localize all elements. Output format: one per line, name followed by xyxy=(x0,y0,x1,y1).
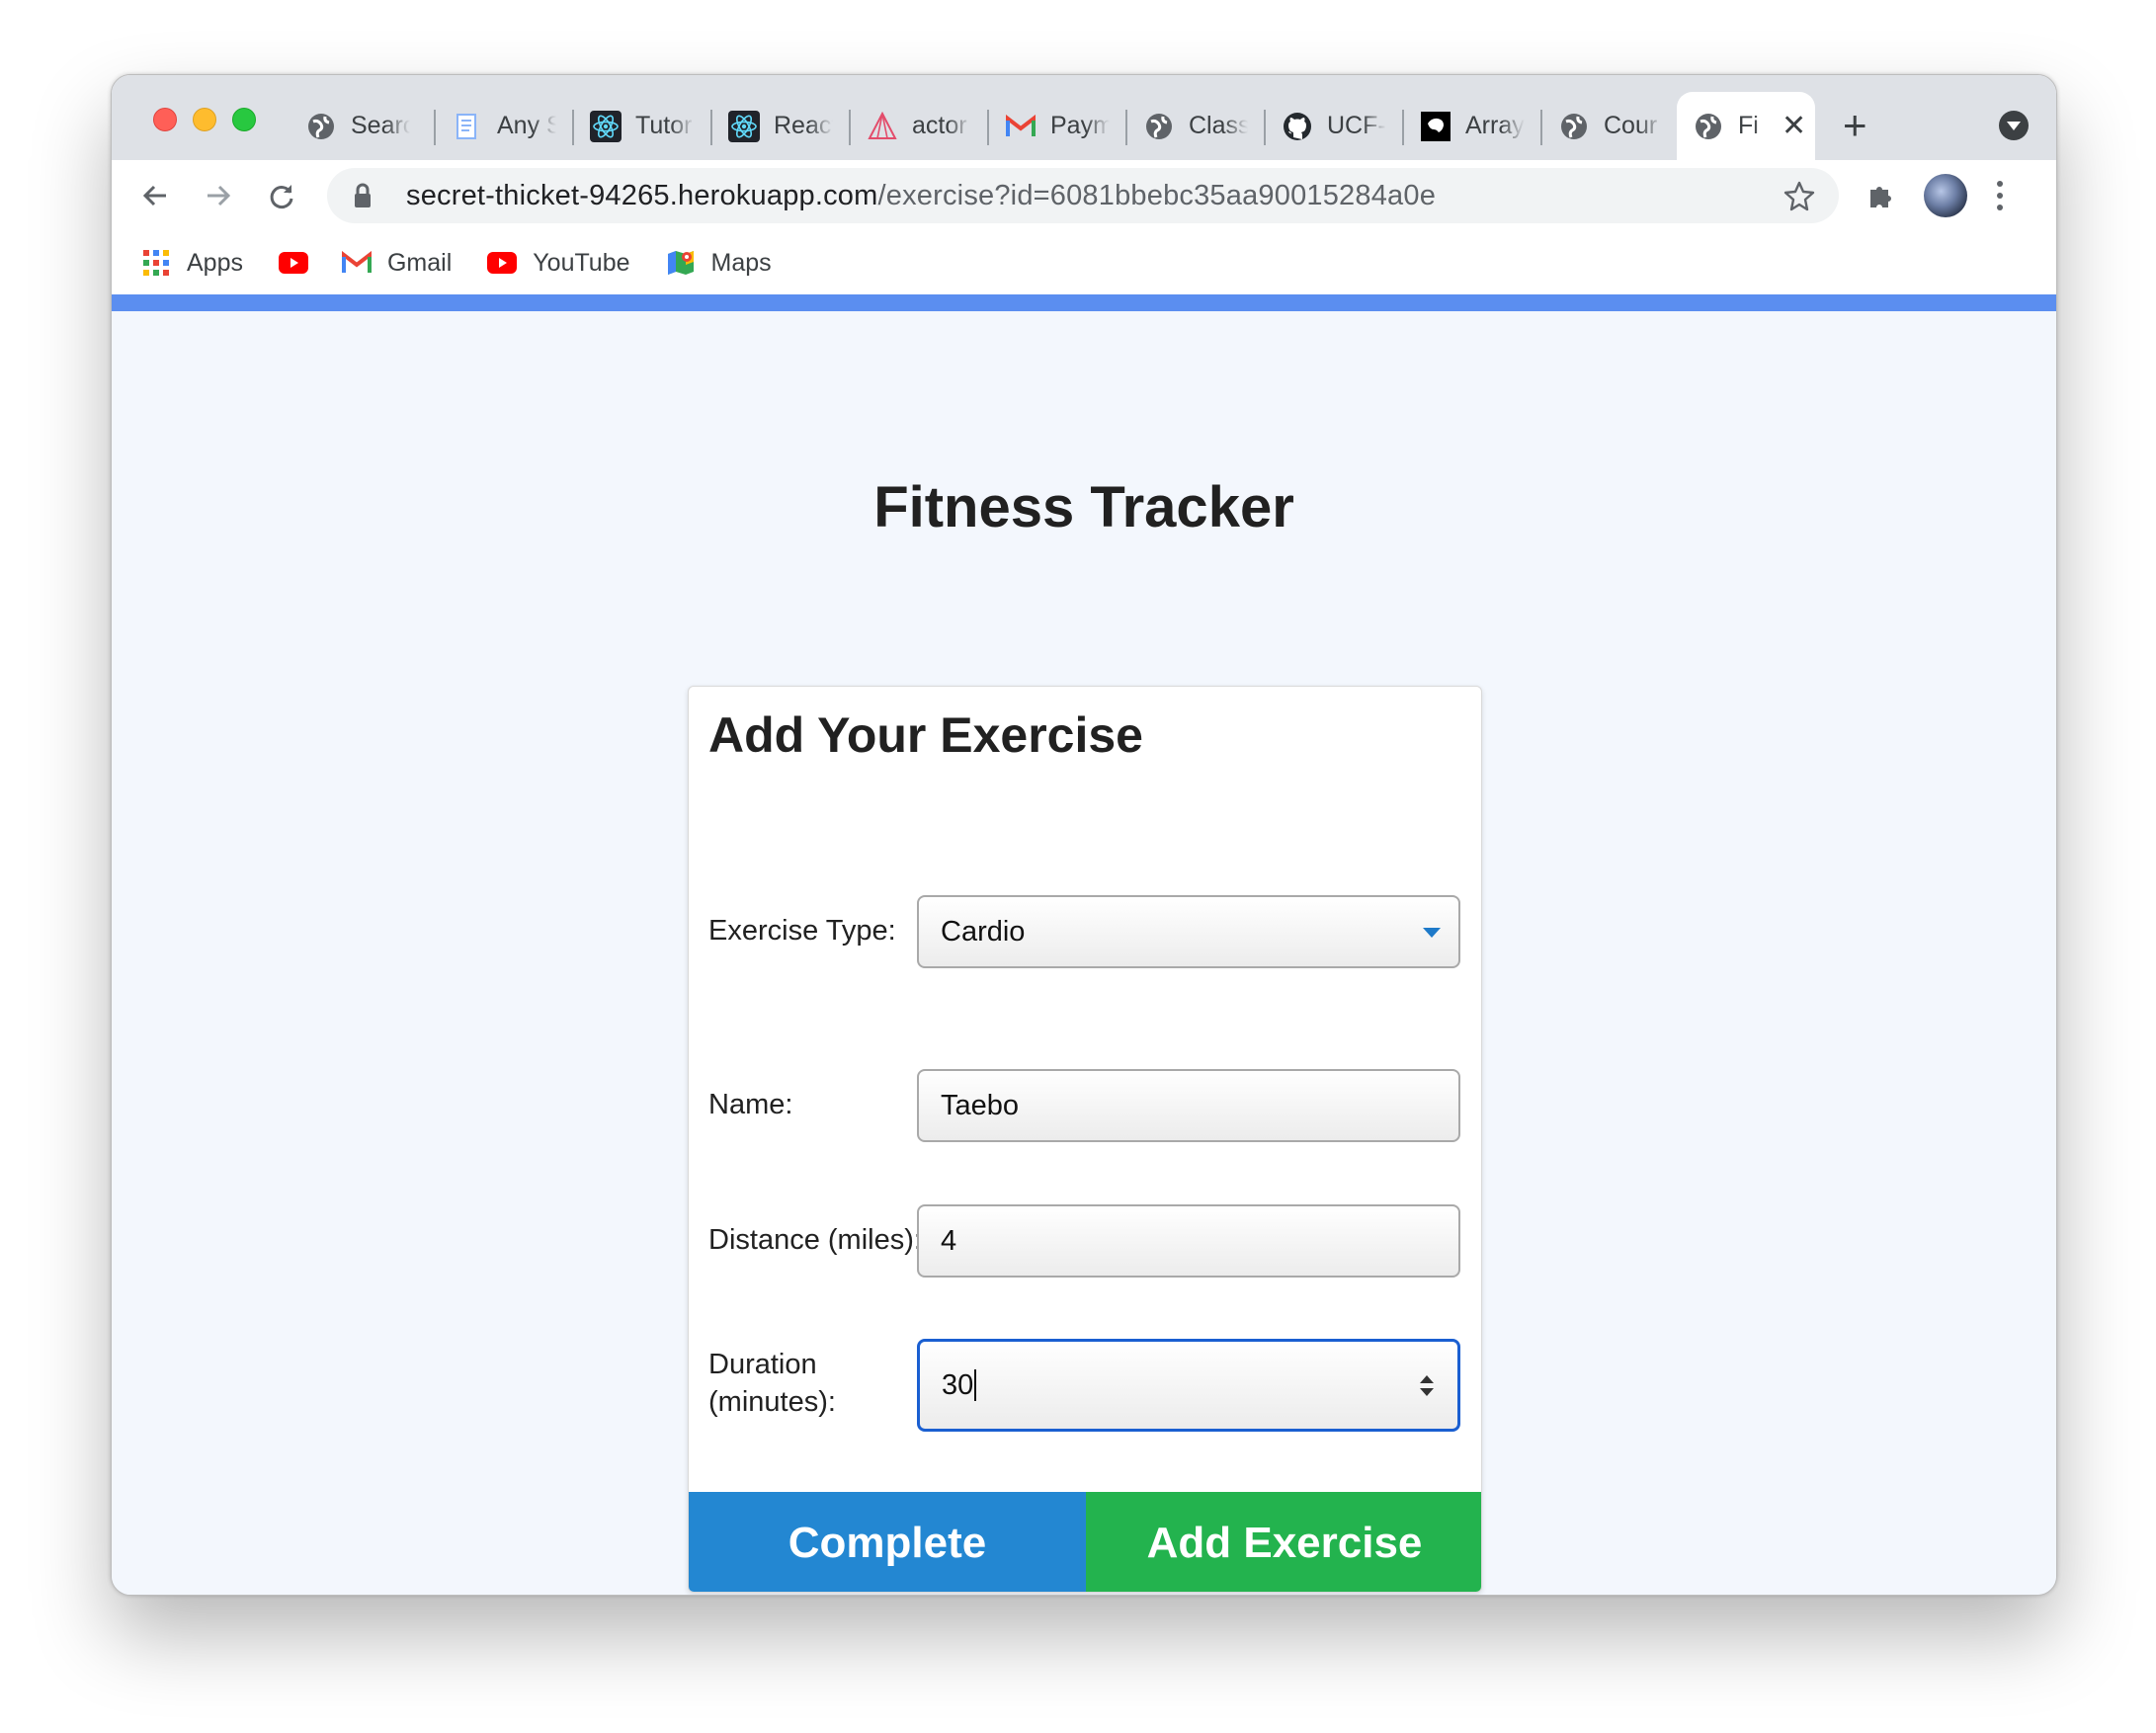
globe-icon xyxy=(305,111,337,142)
tab-ucf[interactable]: UCF- xyxy=(1266,92,1404,160)
extensions-puzzle-icon[interactable] xyxy=(1866,180,1898,216)
maps-icon xyxy=(666,248,696,278)
gmail-icon xyxy=(341,248,372,278)
tab-tutor[interactable]: Tutor xyxy=(574,92,712,160)
tab-search[interactable]: Searc xyxy=(290,92,428,160)
document-icon xyxy=(452,111,483,142)
prism-icon xyxy=(867,111,898,142)
page-title: Fitness Tracker xyxy=(873,475,1294,539)
bookmark-maps[interactable]: Maps xyxy=(666,248,772,278)
new-tab-button[interactable]: + xyxy=(1843,105,1867,146)
distance-input[interactable]: 4 xyxy=(917,1204,1460,1278)
tab-any[interactable]: Any S xyxy=(436,92,574,160)
maximize-window-button[interactable] xyxy=(232,108,256,131)
page-content: Fitness Tracker Add Your Exercise Exerci… xyxy=(112,311,2056,1595)
more-menu-icon[interactable] xyxy=(1994,178,2006,218)
exercise-type-select[interactable]: Cardio xyxy=(917,895,1460,968)
tab-payment[interactable]: Paym xyxy=(989,92,1127,160)
address-bar[interactable]: secret-thicket-94265.herokuapp.com/exerc… xyxy=(327,168,1839,223)
codepen-icon xyxy=(1420,111,1451,142)
bookmarks-bar: Apps Gmail YouTube Maps xyxy=(112,231,2056,294)
text-caret xyxy=(974,1369,977,1401)
card-title: Add Your Exercise xyxy=(708,707,1143,763)
tab-react[interactable]: React xyxy=(712,92,851,160)
globe-icon xyxy=(1693,111,1724,142)
url-path: /exercise?id=6081bbebc35aa90015284a0e xyxy=(877,179,1437,211)
reload-icon[interactable] xyxy=(258,172,305,219)
back-arrow-icon[interactable] xyxy=(131,172,179,219)
tab-class[interactable]: Class xyxy=(1127,92,1266,160)
name-input[interactable]: Taebo xyxy=(917,1069,1460,1142)
close-window-button[interactable] xyxy=(153,108,177,131)
exercise-form-card: Add Your Exercise Exercise Type: Cardio … xyxy=(688,686,1482,1593)
add-exercise-button[interactable]: Add Exercise xyxy=(1086,1492,1481,1592)
tab-fitness-active[interactable]: Fi ✕ xyxy=(1677,92,1815,160)
browser-toolbar: secret-thicket-94265.herokuapp.com/exerc… xyxy=(112,160,2056,231)
chevron-down-icon xyxy=(1423,928,1441,938)
tab-search-icon[interactable] xyxy=(1999,111,2029,140)
youtube-icon xyxy=(487,248,518,278)
globe-icon xyxy=(1143,111,1175,142)
react-icon xyxy=(590,110,622,142)
minimize-window-button[interactable] xyxy=(193,108,216,131)
duration-label: Duration (minutes): xyxy=(708,1349,836,1418)
react-icon xyxy=(728,110,760,142)
bookmark-star-icon[interactable] xyxy=(1783,180,1815,219)
bookmark-gmail[interactable]: Gmail xyxy=(341,248,452,278)
tab-array[interactable]: Array xyxy=(1404,92,1542,160)
url-host: secret-thicket-94265.herokuapp.com xyxy=(406,179,878,211)
distance-label: Distance (miles): xyxy=(708,1224,922,1256)
youtube-icon xyxy=(278,248,308,278)
bookmark-youtube-icon-only[interactable] xyxy=(278,248,308,278)
tab-actor[interactable]: actor xyxy=(851,92,989,160)
apps-grid-icon xyxy=(141,248,171,278)
name-label: Name: xyxy=(708,1089,793,1120)
duration-input[interactable]: 30 xyxy=(917,1339,1460,1432)
close-tab-icon[interactable]: ✕ xyxy=(1782,109,1806,143)
tab-course[interactable]: Cour xyxy=(1542,92,1681,160)
exercise-type-label: Exercise Type: xyxy=(708,915,896,947)
gmail-icon xyxy=(1005,111,1037,142)
tab-strip: Searc Any S Tutor React xyxy=(112,75,2056,160)
browser-window: Searc Any S Tutor React xyxy=(111,74,2057,1596)
bookmark-youtube[interactable]: YouTube xyxy=(487,248,630,278)
lock-icon xyxy=(353,181,378,210)
page-accent-bar xyxy=(112,294,2056,311)
number-spinner-icon[interactable] xyxy=(1420,1375,1434,1397)
bookmark-apps[interactable]: Apps xyxy=(141,248,243,278)
profile-avatar[interactable] xyxy=(1924,174,1967,217)
forward-arrow-icon[interactable] xyxy=(195,172,242,219)
github-icon xyxy=(1282,111,1313,142)
globe-icon xyxy=(1558,111,1590,142)
complete-button[interactable]: Complete xyxy=(689,1492,1086,1592)
